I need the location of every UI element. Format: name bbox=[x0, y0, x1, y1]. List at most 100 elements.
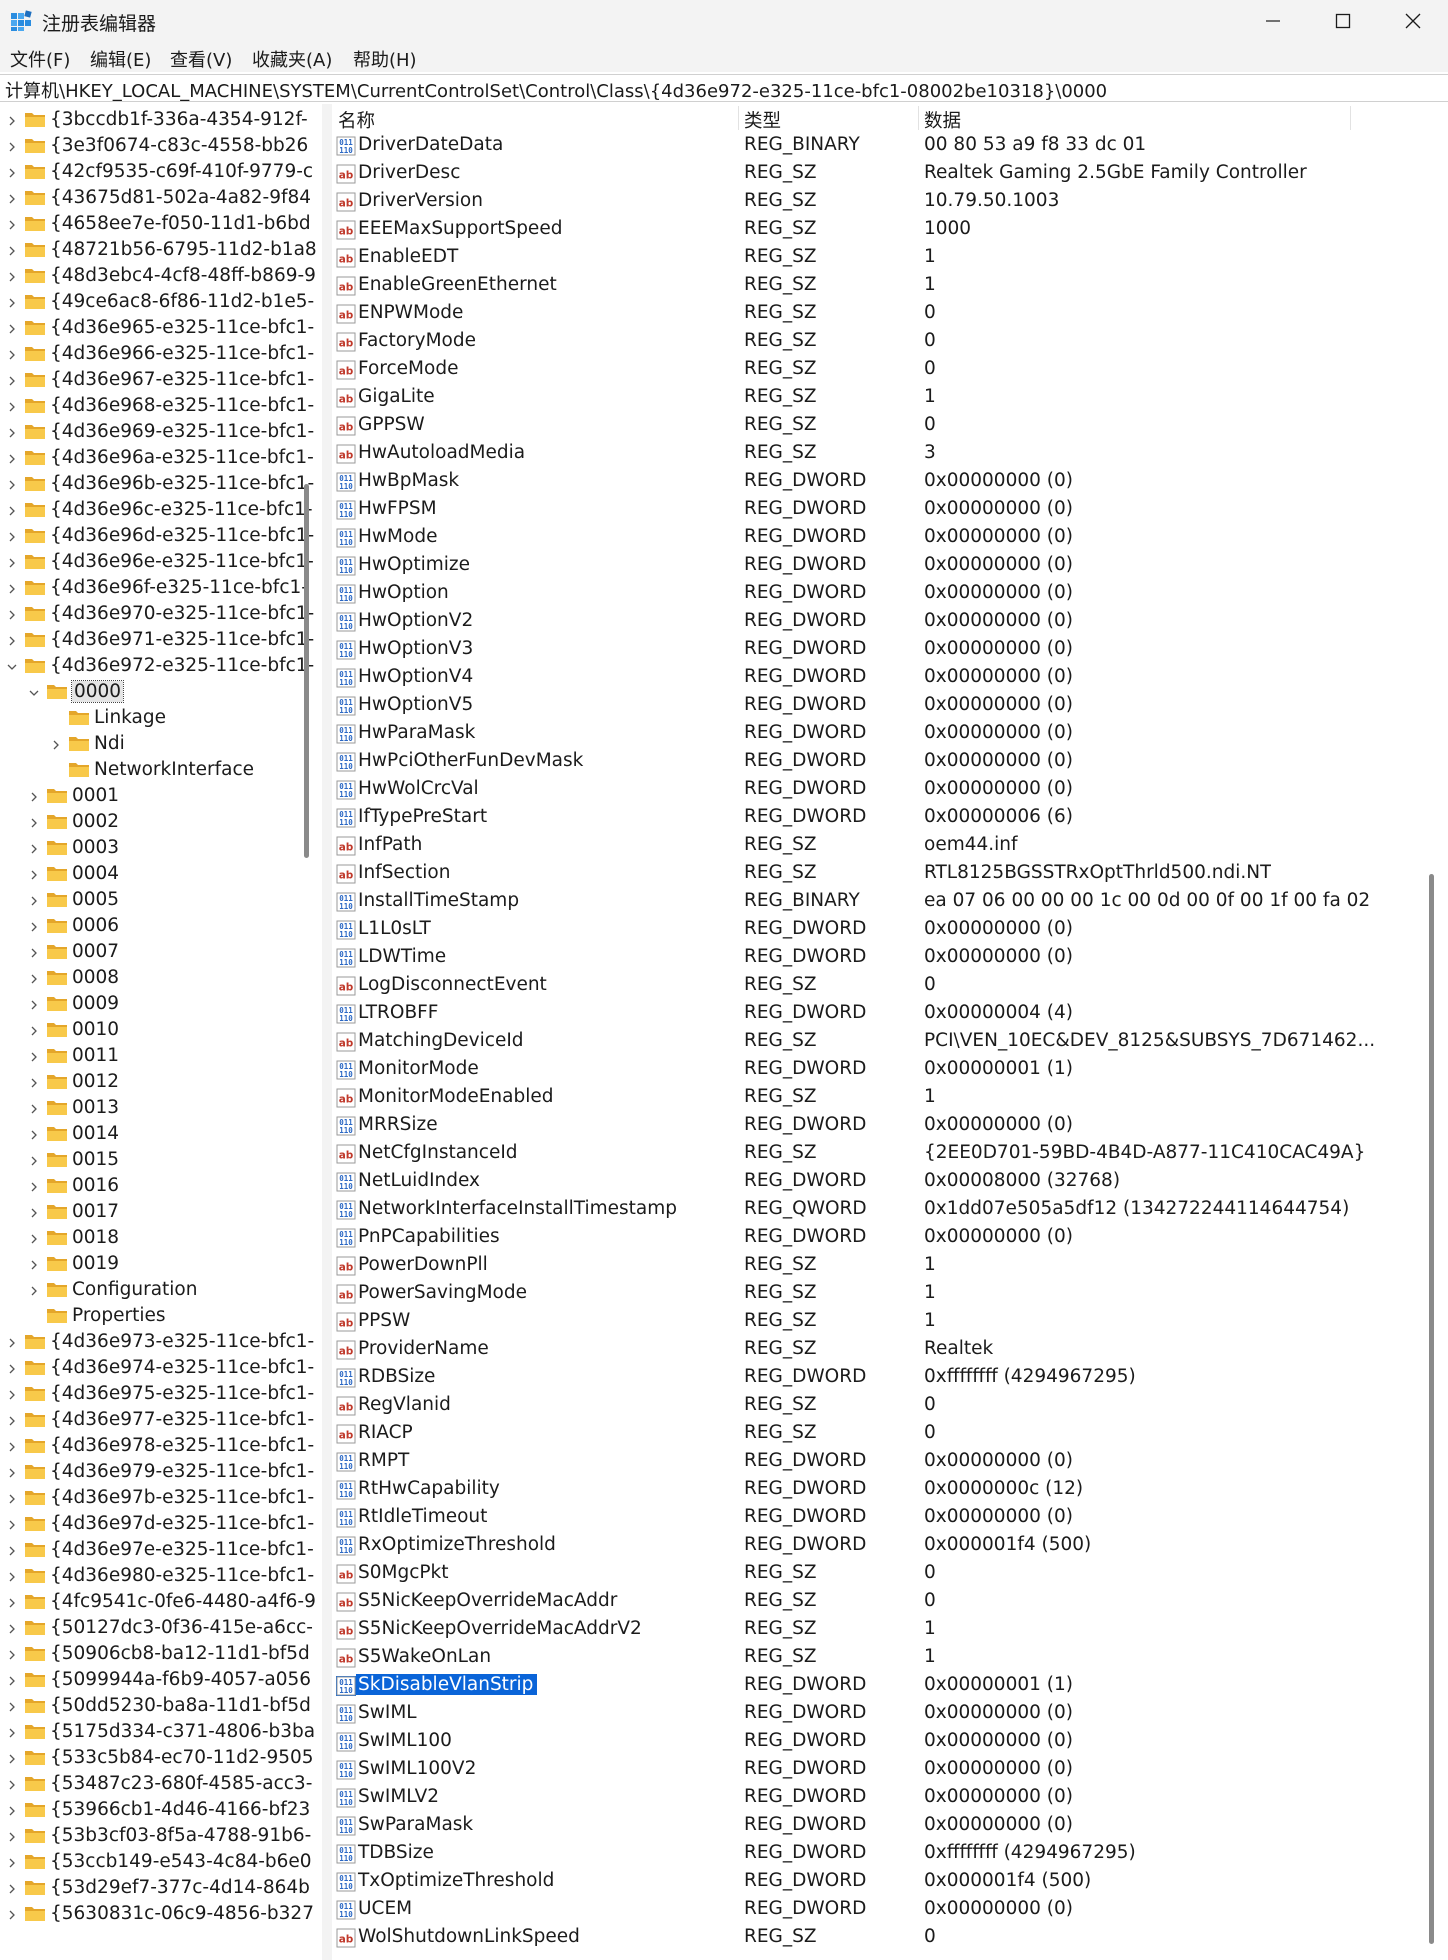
value-row[interactable]: ab RegVlanid REG_SZ 0 bbox=[332, 1392, 1422, 1420]
close-button[interactable] bbox=[1378, 0, 1448, 42]
chevron-right-icon[interactable] bbox=[6, 1779, 18, 1791]
tree-item[interactable]: 0004 bbox=[0, 862, 300, 888]
column-header-type[interactable]: 类型 bbox=[744, 107, 781, 133]
tree-item[interactable]: {4d36e980-e325-11ce-bfc1- bbox=[0, 1564, 314, 1590]
chevron-right-icon[interactable] bbox=[6, 245, 18, 257]
tree-item[interactable]: 0016 bbox=[0, 1174, 300, 1200]
column-header-name[interactable]: 名称 bbox=[338, 107, 375, 133]
value-row[interactable]: 011 110 HwOption REG_DWORD 0x00000000 (0) bbox=[332, 580, 1422, 608]
chevron-right-icon[interactable] bbox=[6, 1623, 18, 1635]
chevron-right-icon[interactable] bbox=[6, 1701, 18, 1713]
tree-item[interactable]: 0013 bbox=[0, 1096, 300, 1122]
value-row[interactable]: 011 110 TDBSize REG_DWORD 0xffffffff (429496… bbox=[332, 1840, 1422, 1868]
chevron-right-icon[interactable] bbox=[28, 999, 40, 1011]
chevron-right-icon[interactable] bbox=[28, 791, 40, 803]
tree-item[interactable]: {5175d334-c371-4806-b3ba bbox=[0, 1720, 315, 1746]
value-row[interactable]: ab EnableEDT REG_SZ 1 bbox=[332, 244, 1422, 272]
minimize-button[interactable] bbox=[1238, 0, 1308, 42]
address-path[interactable]: 计算机\HKEY_LOCAL_MACHINE\SYSTEM\CurrentCon… bbox=[5, 77, 1107, 103]
value-row[interactable]: 011 110 HwOptionV2 REG_DWORD 0x00000000 (0) bbox=[332, 608, 1422, 636]
tree-item[interactable]: {4d36e97d-e325-11ce-bfc1- bbox=[0, 1512, 314, 1538]
tree-item[interactable]: {4d36e97b-e325-11ce-bfc1- bbox=[0, 1486, 314, 1512]
tree-item[interactable]: {4d36e96c-e325-11ce-bfc1- bbox=[0, 498, 313, 524]
chevron-right-icon[interactable] bbox=[6, 323, 18, 335]
tree-item[interactable]: 0011 bbox=[0, 1044, 300, 1070]
tree-vertical-scrollbar[interactable] bbox=[304, 484, 309, 858]
value-row[interactable]: ab WolShutdownLinkSpeed REG_SZ 0 bbox=[332, 1924, 1422, 1952]
chevron-right-icon[interactable] bbox=[6, 609, 18, 621]
tree-item[interactable]: {53966cb1-4d46-4166-bf23 bbox=[0, 1798, 310, 1824]
chevron-right-icon[interactable] bbox=[6, 375, 18, 387]
column-divider[interactable] bbox=[738, 106, 739, 130]
value-row[interactable]: ab EnableGreenEthernet REG_SZ 1 bbox=[332, 272, 1422, 300]
chevron-down-icon[interactable] bbox=[6, 661, 18, 673]
chevron-right-icon[interactable] bbox=[28, 1129, 40, 1141]
value-row[interactable]: 011 110 MRRSize REG_DWORD 0x00000000 (0) bbox=[332, 1112, 1422, 1140]
chevron-right-icon[interactable] bbox=[6, 531, 18, 543]
chevron-right-icon[interactable] bbox=[28, 973, 40, 985]
tree-item[interactable]: 0010 bbox=[0, 1018, 300, 1044]
tree-item[interactable]: Properties bbox=[0, 1304, 300, 1330]
tree-item[interactable]: {42cf9535-c69f-410f-9779-c bbox=[0, 160, 313, 186]
chevron-right-icon[interactable] bbox=[6, 193, 18, 205]
value-row[interactable]: 011 110 SwIML REG_DWORD 0x00000000 (0) bbox=[332, 1700, 1422, 1728]
tree-item[interactable]: 0015 bbox=[0, 1148, 300, 1174]
value-row[interactable]: 011 110 HwOptionV3 REG_DWORD 0x00000000 (0) bbox=[332, 636, 1422, 664]
tree-item[interactable]: {4d36e970-e325-11ce-bfc1- bbox=[0, 602, 314, 628]
chevron-right-icon[interactable] bbox=[28, 1103, 40, 1115]
tree-item[interactable]: {4d36e96d-e325-11ce-bfc1- bbox=[0, 524, 314, 550]
tree-item[interactable]: {48d3ebc4-4cf8-48ff-b869-9 bbox=[0, 264, 316, 290]
value-row[interactable]: 011 110 RxOptimizeThreshold REG_DWORD 0x0000… bbox=[332, 1532, 1422, 1560]
tree-item[interactable]: {4d36e96e-e325-11ce-bfc1- bbox=[0, 550, 314, 576]
tree-item[interactable]: 0000 bbox=[0, 680, 300, 706]
value-row[interactable]: 011 110 InstallTimeStamp REG_BINARY ea 07 06… bbox=[332, 888, 1422, 916]
value-row[interactable]: 011 110 TxOptimizeThreshold REG_DWORD 0x0000… bbox=[332, 1868, 1422, 1896]
tree-item[interactable]: {53d29ef7-377c-4d14-864b bbox=[0, 1876, 310, 1902]
value-row[interactable]: 011 110 UCEM REG_DWORD 0x00000000 (0) bbox=[332, 1896, 1422, 1924]
value-row[interactable]: 011 110 LTROBFF REG_DWORD 0x00000004 (4) bbox=[332, 1000, 1422, 1028]
chevron-right-icon[interactable] bbox=[6, 635, 18, 647]
value-row[interactable]: ab DriverDesc REG_SZ Realtek Gaming 2.5GbE … bbox=[332, 160, 1422, 188]
chevron-right-icon[interactable] bbox=[6, 349, 18, 361]
tree-item[interactable]: {50127dc3-0f36-415e-a6cc- bbox=[0, 1616, 313, 1642]
chevron-right-icon[interactable] bbox=[28, 1025, 40, 1037]
tree-item[interactable]: {533c5b84-ec70-11d2-9505 bbox=[0, 1746, 314, 1772]
chevron-right-icon[interactable] bbox=[6, 1493, 18, 1505]
tree-item[interactable]: 0019 bbox=[0, 1252, 300, 1278]
value-row[interactable]: 011 110 HwMode REG_DWORD 0x00000000 (0) bbox=[332, 524, 1422, 552]
chevron-right-icon[interactable] bbox=[6, 1545, 18, 1557]
value-row[interactable]: ab EEEMaxSupportSpeed REG_SZ 1000 bbox=[332, 216, 1422, 244]
chevron-right-icon[interactable] bbox=[6, 427, 18, 439]
value-row[interactable]: 011 110 DriverDateData REG_BINARY 00 80 53 a… bbox=[332, 132, 1422, 160]
value-row[interactable]: ab S5WakeOnLan REG_SZ 1 bbox=[332, 1644, 1422, 1672]
value-row[interactable]: 011 110 RtHwCapability REG_DWORD 0x0000000c … bbox=[332, 1476, 1422, 1504]
value-row[interactable]: ab MatchingDeviceId REG_SZ PCI\VEN_10EC&DEV… bbox=[332, 1028, 1422, 1056]
tree-item[interactable]: 0001 bbox=[0, 784, 300, 810]
tree-item[interactable]: 0012 bbox=[0, 1070, 300, 1096]
value-row[interactable]: ab S0MgcPkt REG_SZ 0 bbox=[332, 1560, 1422, 1588]
chevron-right-icon[interactable] bbox=[6, 1831, 18, 1843]
tree-item[interactable]: {4d36e972-e325-11ce-bfc1- bbox=[0, 654, 314, 680]
value-row[interactable]: ab InfSection REG_SZ RTL8125BGSSTRxOptThrld… bbox=[332, 860, 1422, 888]
value-row[interactable]: ab ENPWMode REG_SZ 0 bbox=[332, 300, 1422, 328]
value-row[interactable]: 011 110 HwWolCrcVal REG_DWORD 0x00000000 (0) bbox=[332, 776, 1422, 804]
value-row[interactable]: 011 110 RtIdleTimeout REG_DWORD 0x00000000 (… bbox=[332, 1504, 1422, 1532]
chevron-right-icon[interactable] bbox=[6, 1415, 18, 1427]
chevron-right-icon[interactable] bbox=[28, 1155, 40, 1167]
chevron-right-icon[interactable] bbox=[6, 1337, 18, 1349]
value-row[interactable]: 011 110 SwIML100V2 REG_DWORD 0x00000000 (0) bbox=[332, 1756, 1422, 1784]
tree-item[interactable]: {4d36e977-e325-11ce-bfc1- bbox=[0, 1408, 314, 1434]
chevron-right-icon[interactable] bbox=[6, 141, 18, 153]
tree-item[interactable]: {53487c23-680f-4585-acc3- bbox=[0, 1772, 312, 1798]
value-row[interactable]: ab GigaLite REG_SZ 1 bbox=[332, 384, 1422, 412]
key-tree-pane[interactable]: {3bccdb1f-336a-4354-912f- {3e3f0674-c83c-… bbox=[0, 104, 322, 1960]
chevron-right-icon[interactable] bbox=[6, 271, 18, 283]
chevron-right-icon[interactable] bbox=[6, 1857, 18, 1869]
tree-item[interactable]: {5630831c-06c9-4856-b327 bbox=[0, 1902, 314, 1928]
chevron-right-icon[interactable] bbox=[6, 453, 18, 465]
value-row[interactable]: ab DriverVersion REG_SZ 10.79.50.1003 bbox=[332, 188, 1422, 216]
value-row[interactable]: ab HwAutoloadMedia REG_SZ 3 bbox=[332, 440, 1422, 468]
tree-item[interactable]: {4d36e978-e325-11ce-bfc1- bbox=[0, 1434, 314, 1460]
value-row[interactable]: 011 110 HwOptionV4 REG_DWORD 0x00000000 (0) bbox=[332, 664, 1422, 692]
menu-help[interactable]: 帮助(H) bbox=[353, 46, 417, 72]
